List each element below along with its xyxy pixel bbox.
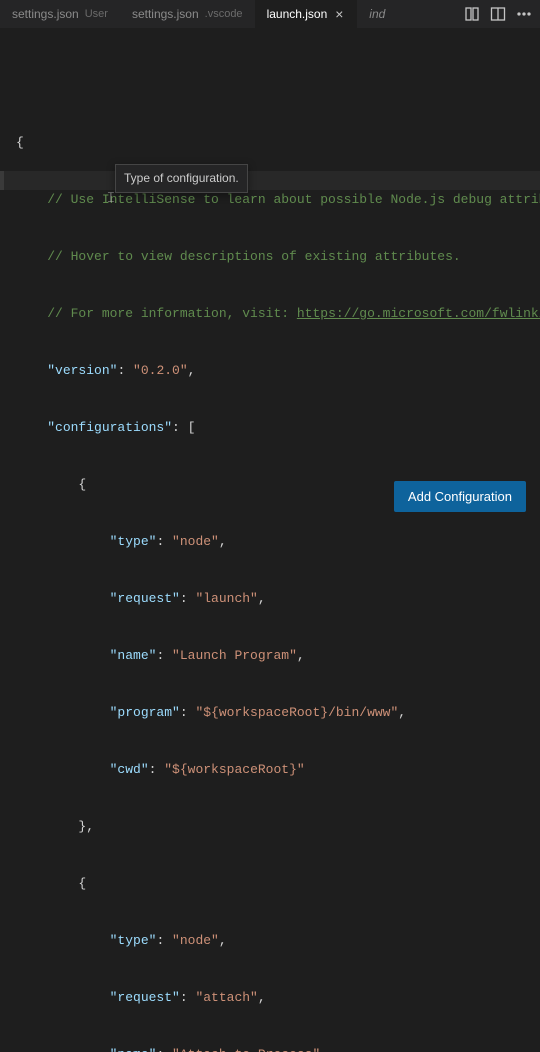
- comment: // Use IntelliSense to learn about possi…: [16, 192, 540, 207]
- tab-desc: .vscode: [205, 8, 243, 20]
- tab-desc: User: [85, 8, 108, 20]
- compare-icon[interactable]: [464, 6, 480, 22]
- tab-settings-vscode[interactable]: settings.json .vscode: [120, 0, 255, 28]
- tab-overflow[interactable]: ind: [357, 0, 391, 28]
- tab-settings-user[interactable]: settings.json User: [0, 0, 120, 28]
- add-configuration-button[interactable]: Add Configuration: [394, 481, 526, 512]
- tab-label: launch.json: [267, 7, 328, 21]
- tabbar: settings.json User settings.json .vscode…: [0, 0, 540, 28]
- code-editor[interactable]: { // Use IntelliSense to learn about pos…: [0, 28, 540, 1052]
- hover-tooltip: Type of configuration.: [115, 164, 248, 193]
- tabbar-actions: [456, 6, 540, 22]
- comment: // Hover to view descriptions of existin…: [16, 249, 461, 264]
- close-icon[interactable]: ×: [333, 7, 345, 21]
- text-cursor-icon: [106, 190, 113, 207]
- tab-label: settings.json: [12, 7, 79, 21]
- doc-link[interactable]: https://go.microsoft.com/fwlink/?li: [297, 306, 540, 321]
- tab-label: ind: [369, 7, 385, 21]
- tab-launch-json[interactable]: launch.json ×: [255, 0, 358, 28]
- tab-label: settings.json: [132, 7, 199, 21]
- current-line-highlight: [0, 171, 540, 190]
- more-icon[interactable]: [516, 6, 532, 22]
- comment: // For more information, visit:: [16, 306, 297, 321]
- split-editor-icon[interactable]: [490, 6, 506, 22]
